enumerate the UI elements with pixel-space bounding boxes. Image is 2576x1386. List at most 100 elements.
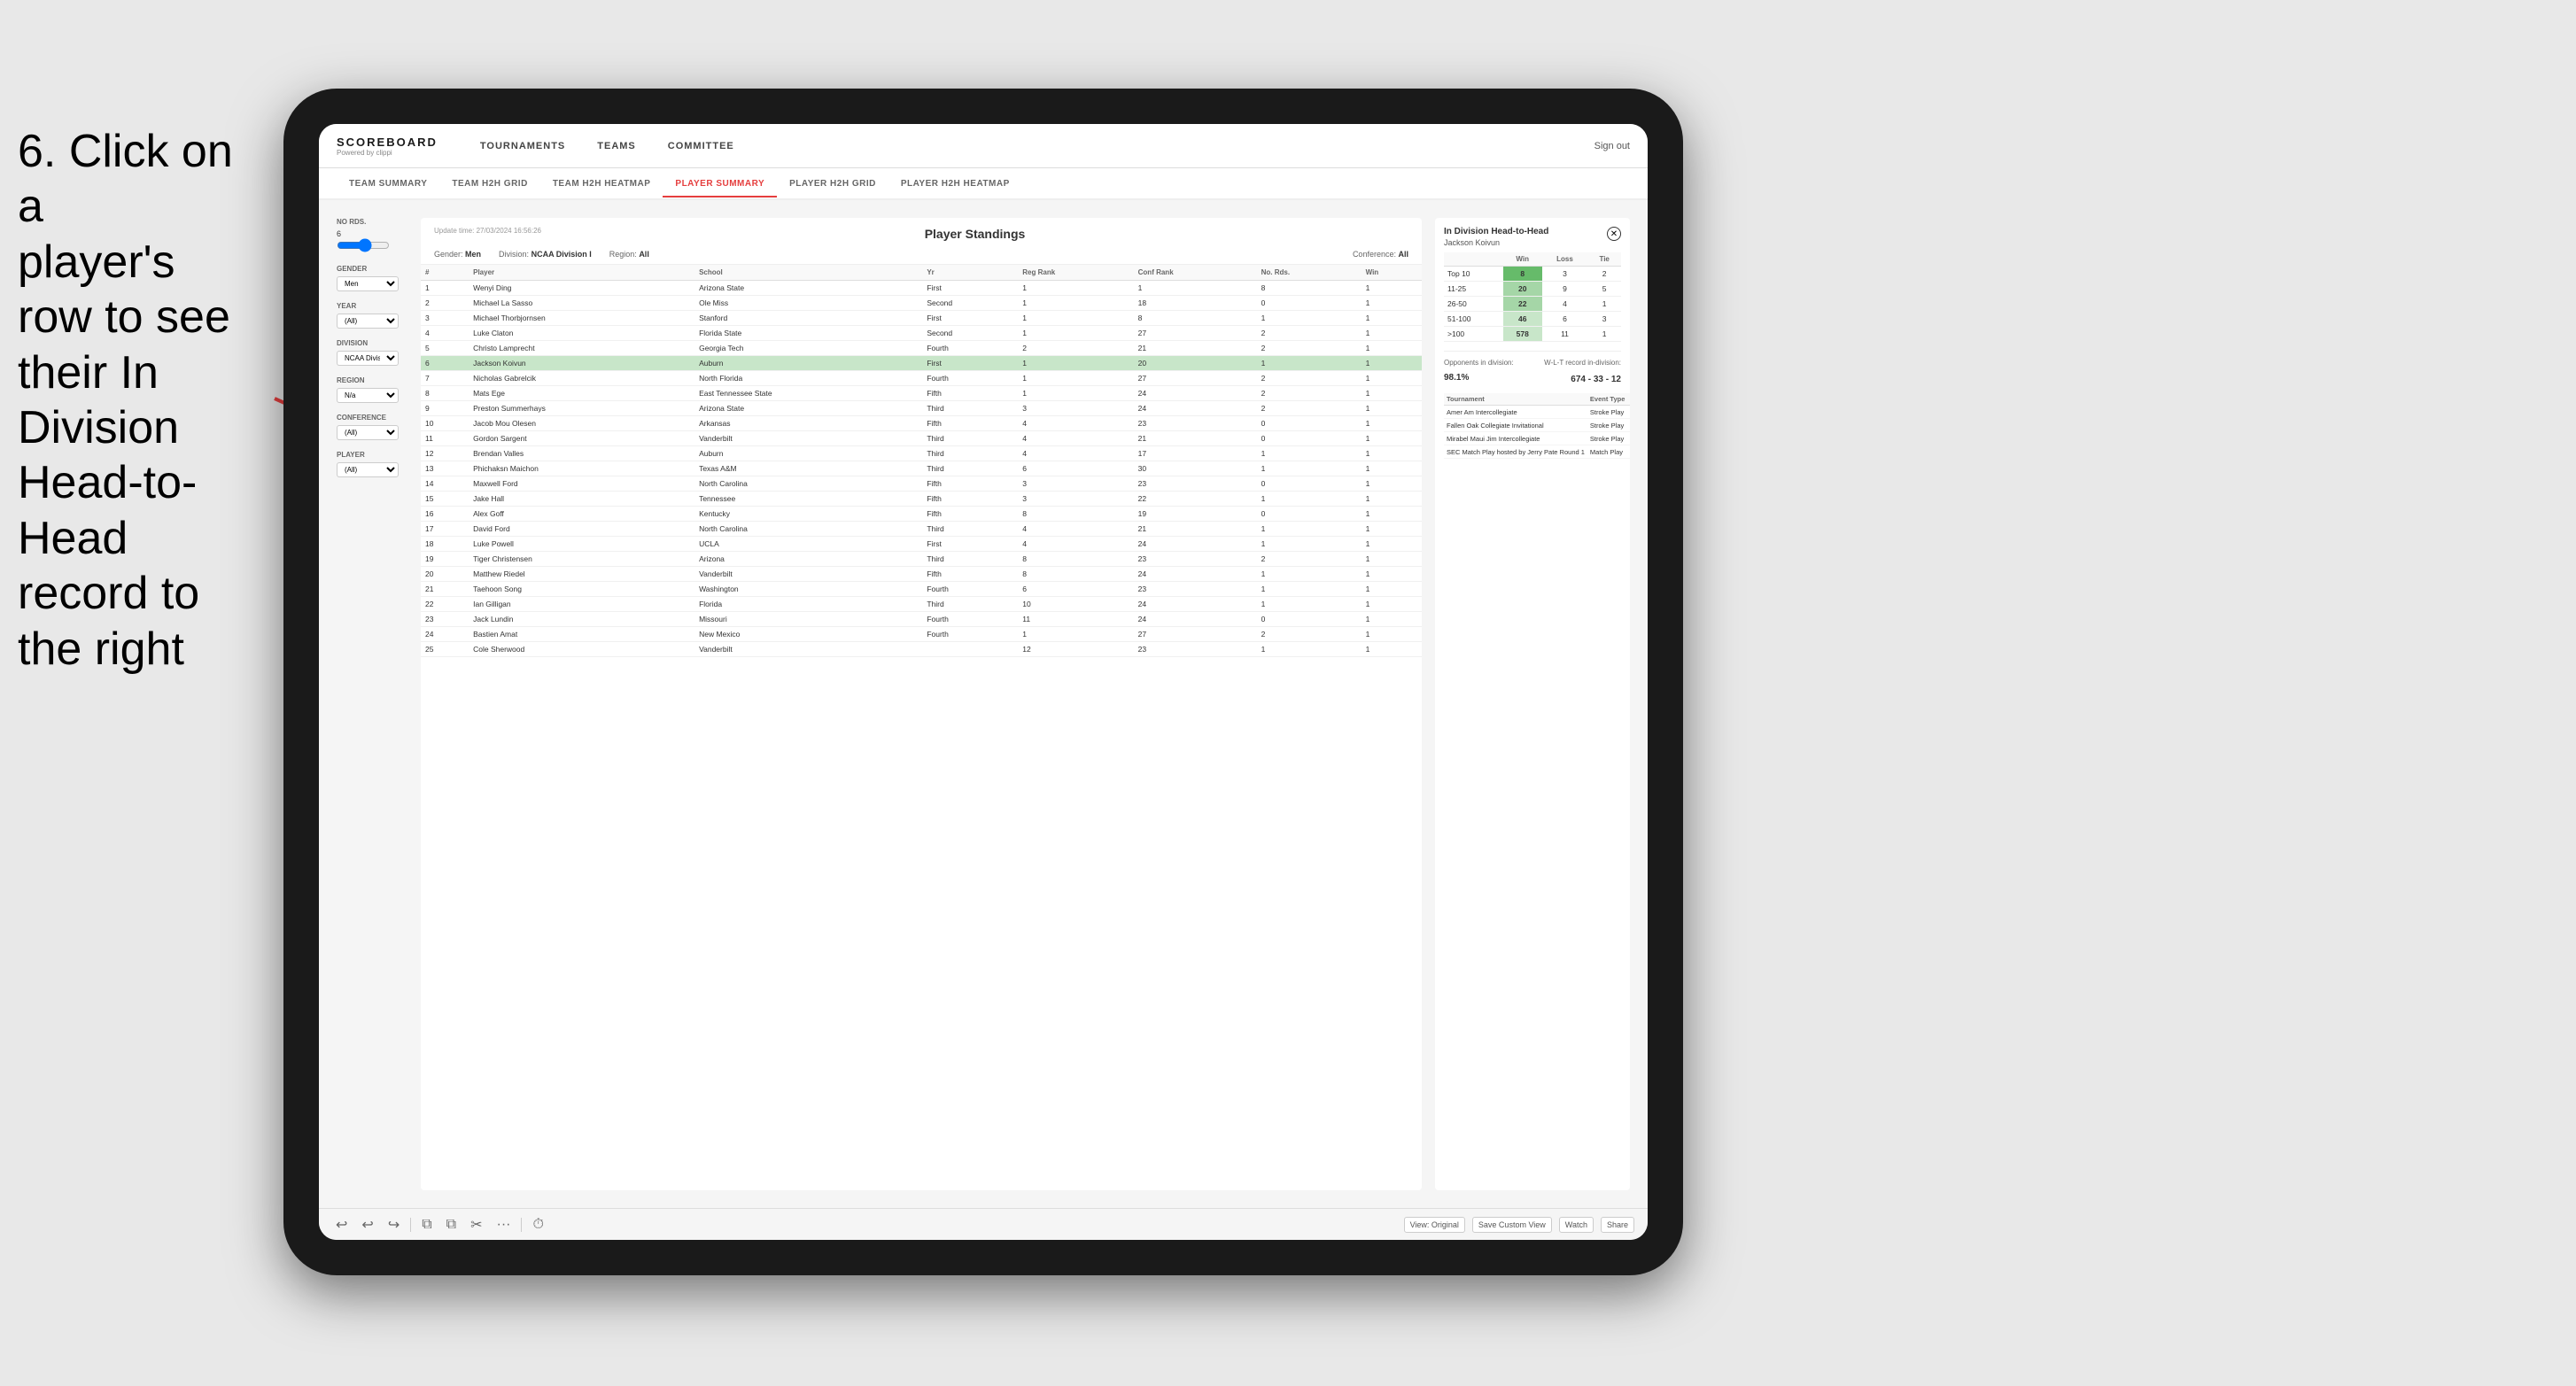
filter-division: Division NCAA Division I <box>337 339 407 366</box>
save-custom-button[interactable]: Save Custom View <box>1472 1217 1552 1233</box>
cell-reg: 6 <box>1018 461 1133 476</box>
close-button[interactable]: ✕ <box>1607 227 1621 241</box>
table-row[interactable]: 24 Bastien Amat New Mexico Fourth 1 27 2… <box>421 627 1422 642</box>
nav-tournaments[interactable]: TOURNAMENTS <box>464 134 581 159</box>
undo-button[interactable]: ↩ <box>332 1214 351 1235</box>
cell-yr: Third <box>922 431 1018 446</box>
cell-conf: 24 <box>1134 537 1257 552</box>
share-button[interactable]: Share <box>1601 1217 1634 1233</box>
table-row[interactable]: 22 Ian Gilligan Florida Third 10 24 1 1 <box>421 597 1422 612</box>
cell-player: Alex Goff <box>469 507 694 522</box>
table-row[interactable]: 12 Brendan Valles Auburn Third 4 17 1 1 <box>421 446 1422 461</box>
table-row[interactable]: 9 Preston Summerhays Arizona State Third… <box>421 401 1422 416</box>
tour-type: Stroke Play <box>1587 406 1627 419</box>
no-rds-slider[interactable] <box>337 238 390 252</box>
tablet-device: SCOREBOARD Powered by clippi TOURNAMENTS… <box>283 89 1683 1275</box>
table-row[interactable]: 13 Phichaksn Maichon Texas A&M Third 6 3… <box>421 461 1422 476</box>
division-select[interactable]: NCAA Division I <box>337 351 399 366</box>
cell-yr: Fifth <box>922 507 1018 522</box>
table-row[interactable]: 5 Christo Lamprecht Georgia Tech Fourth … <box>421 341 1422 356</box>
cell-win: 1 <box>1362 492 1422 507</box>
tab-team-h2h-heatmap[interactable]: TEAM H2H HEATMAP <box>540 172 663 197</box>
tab-team-summary[interactable]: TEAM SUMMARY <box>337 172 439 197</box>
cell-school: Vanderbilt <box>694 642 922 657</box>
table-row[interactable]: 1 Wenyi Ding Arizona State First 1 1 8 1 <box>421 281 1422 296</box>
cell-num: 15 <box>421 492 469 507</box>
cell-num: 23 <box>421 612 469 627</box>
gender-select[interactable]: Men <box>337 276 399 291</box>
tab-player-h2h-heatmap[interactable]: PLAYER H2H HEATMAP <box>888 172 1022 197</box>
redo-button[interactable]: ↩ <box>358 1214 376 1235</box>
cell-school: North Florida <box>694 371 922 386</box>
cell-rds: 2 <box>1257 386 1362 401</box>
table-row[interactable]: 3 Michael Thorbjornsen Stanford First 1 … <box>421 311 1422 326</box>
opponents-label: Opponents in division: <box>1444 359 1514 367</box>
cell-player: Luke Claton <box>469 326 694 341</box>
tournament-row: Amer Am Intercollegiate Stroke Play 4 -1… <box>1444 406 1630 419</box>
cell-reg: 12 <box>1018 642 1133 657</box>
cell-school: Washington <box>694 582 922 597</box>
table-row[interactable]: 11 Gordon Sargent Vanderbilt Third 4 21 … <box>421 431 1422 446</box>
cell-reg: 1 <box>1018 296 1133 311</box>
timer-button[interactable]: ⏱ <box>529 1215 547 1235</box>
table-row[interactable]: 15 Jake Hall Tennessee Fifth 3 22 1 1 <box>421 492 1422 507</box>
table-row[interactable]: 18 Luke Powell UCLA First 4 24 1 1 <box>421 537 1422 552</box>
h2h-record-section: Opponents in division: W-L-T record in-d… <box>1444 351 1621 386</box>
region-select[interactable]: N/a <box>337 388 399 403</box>
nav-committee[interactable]: COMMITTEE <box>652 134 750 159</box>
tab-team-h2h-grid[interactable]: TEAM H2H GRID <box>439 172 539 197</box>
table-row[interactable]: 25 Cole Sherwood Vanderbilt 12 23 1 1 <box>421 642 1422 657</box>
tab-player-summary[interactable]: PLAYER SUMMARY <box>663 172 777 197</box>
cell-conf: 21 <box>1134 431 1257 446</box>
year-select[interactable]: (All) <box>337 314 399 329</box>
cell-school: Georgia Tech <box>694 341 922 356</box>
tournament-row: SEC Match Play hosted by Jerry Pate Roun… <box>1444 445 1630 459</box>
cell-player: Matthew Riedel <box>469 567 694 582</box>
nav-teams[interactable]: TEAMS <box>581 134 652 159</box>
conference-select[interactable]: (All) <box>337 425 399 440</box>
paste-button[interactable]: ⧉ <box>443 1215 460 1235</box>
forward-button[interactable]: ↪ <box>384 1214 403 1235</box>
h2h-tie: 5 <box>1587 282 1621 297</box>
cell-num: 13 <box>421 461 469 476</box>
cell-yr: Fifth <box>922 386 1018 401</box>
table-row[interactable]: 16 Alex Goff Kentucky Fifth 8 19 0 1 <box>421 507 1422 522</box>
h2h-row: 11-25 20 9 5 <box>1444 282 1621 297</box>
table-row[interactable]: 14 Maxwell Ford North Carolina Fifth 3 2… <box>421 476 1422 492</box>
toolbar-divider-2 <box>521 1218 522 1232</box>
table-row[interactable]: 2 Michael La Sasso Ole Miss Second 1 18 … <box>421 296 1422 311</box>
table-row[interactable]: 23 Jack Lundin Missouri Fourth 11 24 0 1 <box>421 612 1422 627</box>
sign-out-link[interactable]: Sign out <box>1594 141 1630 151</box>
table-row[interactable]: 8 Mats Ege East Tennessee State Fifth 1 … <box>421 386 1422 401</box>
cell-yr: Third <box>922 461 1018 476</box>
watch-button[interactable]: Watch <box>1559 1217 1594 1233</box>
copy-button[interactable]: ⧉ <box>418 1215 435 1235</box>
tab-player-h2h-grid[interactable]: PLAYER H2H GRID <box>777 172 888 197</box>
tournament-row: Fallen Oak Collegiate Invitational Strok… <box>1444 419 1630 432</box>
table-row[interactable]: 19 Tiger Christensen Arizona Third 8 23 … <box>421 552 1422 567</box>
cell-yr: Fifth <box>922 567 1018 582</box>
dots-button[interactable]: ··· <box>493 1215 515 1235</box>
logo-subtitle: Powered by clippi <box>337 149 438 157</box>
table-row[interactable]: 7 Nicholas Gabrelcik North Florida Fourt… <box>421 371 1422 386</box>
cell-win: 1 <box>1362 446 1422 461</box>
table-row[interactable]: 6 Jackson Koivun Auburn First 1 20 1 1 <box>421 356 1422 371</box>
cell-school: Florida <box>694 597 922 612</box>
tour-pos: 2 <box>1627 419 1630 432</box>
wlt-label: W-L-T record in-division: <box>1544 359 1621 367</box>
cut-button[interactable]: ✂ <box>467 1214 485 1235</box>
cell-yr: Fourth <box>922 341 1018 356</box>
table-row[interactable]: 4 Luke Claton Florida State Second 1 27 … <box>421 326 1422 341</box>
view-original-button[interactable]: View: Original <box>1404 1217 1465 1233</box>
h2h-loss: 9 <box>1542 282 1588 297</box>
cell-conf: 23 <box>1134 476 1257 492</box>
cell-yr: Fifth <box>922 416 1018 431</box>
table-row[interactable]: 17 David Ford North Carolina Third 4 21 … <box>421 522 1422 537</box>
table-row[interactable]: 21 Taehoon Song Washington Fourth 6 23 1… <box>421 582 1422 597</box>
cell-yr: Third <box>922 446 1018 461</box>
player-select[interactable]: (All) <box>337 462 399 477</box>
table-row[interactable]: 20 Matthew Riedel Vanderbilt Fifth 8 24 … <box>421 567 1422 582</box>
table-row[interactable]: 10 Jacob Mou Olesen Arkansas Fifth 4 23 … <box>421 416 1422 431</box>
cell-reg: 4 <box>1018 416 1133 431</box>
cell-rds: 0 <box>1257 431 1362 446</box>
